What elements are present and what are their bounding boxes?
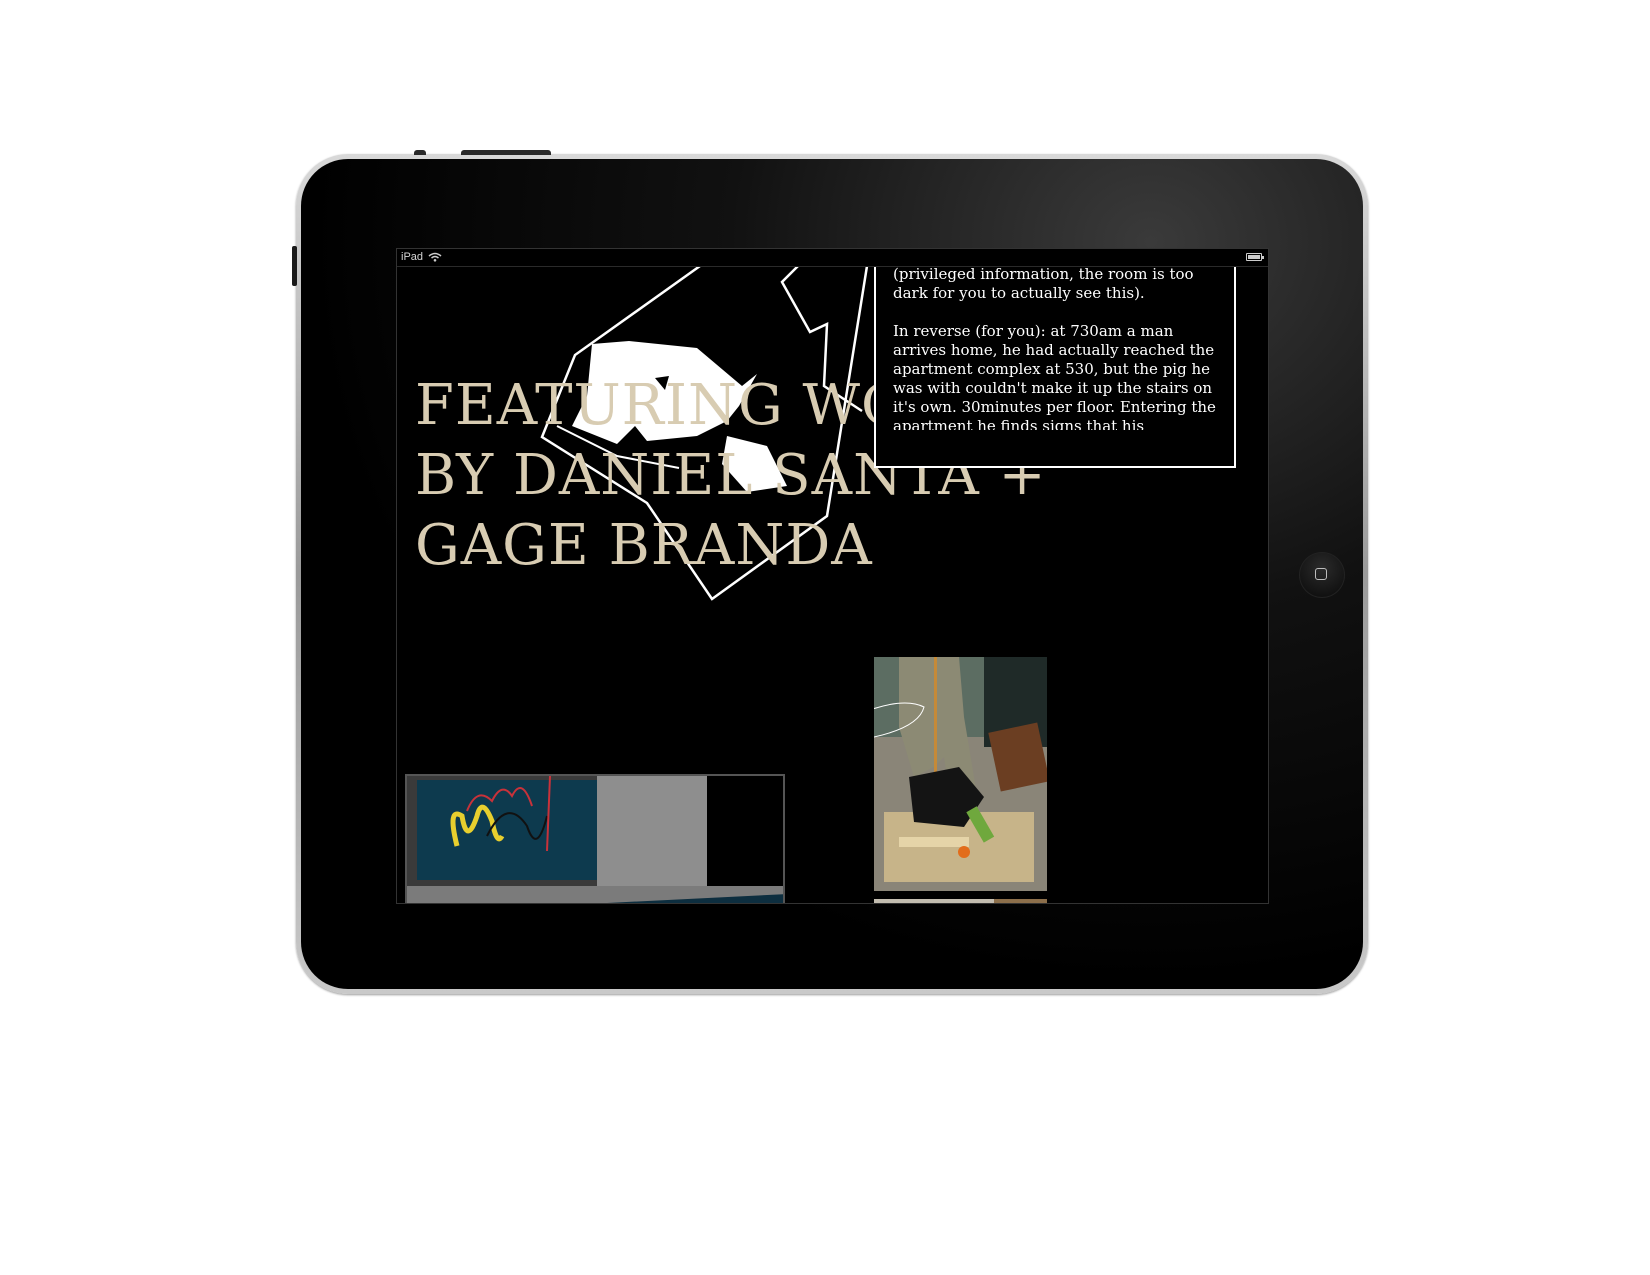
home-button[interactable]: [1299, 552, 1345, 598]
story-text: It is facing the wall wearing a birthday…: [893, 249, 1223, 430]
status-bar: iPad: [397, 249, 1268, 267]
story-paragraph-2: In reverse (for you): at 730am a man arr…: [893, 322, 1216, 430]
story-text-box[interactable]: It is facing the wall wearing a birthday…: [874, 249, 1236, 468]
status-device-label: iPad: [401, 251, 424, 263]
title-line-3: GAGE BRANDA: [415, 513, 873, 578]
sleep-wake-button: [461, 150, 551, 155]
second-photo-image: [874, 899, 1047, 903]
side-switch: [292, 246, 297, 286]
mute-button: [414, 150, 426, 155]
home-square-icon: [1315, 568, 1327, 580]
wifi-icon: [428, 252, 442, 262]
battery-icon: [1246, 253, 1264, 261]
artwork-photo-left-image: [407, 776, 783, 903]
sculpture-photo[interactable]: [874, 657, 1047, 891]
second-photo[interactable]: [874, 899, 1047, 903]
page-content: FEATURING WO BY DANIEL SANTA + GAGE BRAN…: [397, 249, 1268, 903]
ipad-screen: iPad FEATURING WO BY DANIEL SANTA + GAGE…: [396, 248, 1269, 904]
artwork-photo-left[interactable]: [405, 774, 785, 903]
sculpture-photo-image: [874, 657, 1047, 891]
